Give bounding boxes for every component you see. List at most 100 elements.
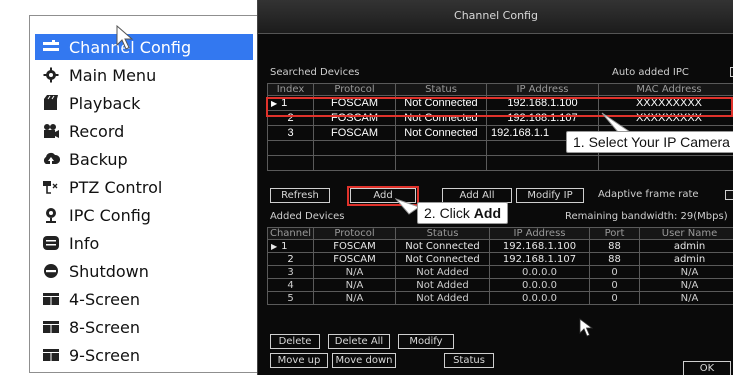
menu-item-label: PTZ Control: [69, 177, 163, 197]
cell-port: 88: [589, 239, 640, 253]
menu-item-4-screen[interactable]: 4-Screen: [42, 286, 252, 312]
column-header: Protocol: [313, 227, 396, 240]
cell-status: Not Connected: [395, 110, 487, 126]
cell-status: Not Added: [395, 278, 490, 292]
cell-user: admin: [639, 252, 733, 266]
table-row[interactable]: 5 N/A Not Added 0.0.0.0 0 N/A: [267, 291, 733, 305]
cell-protocol: FOSCAM: [313, 125, 396, 141]
cell-protocol: N/A: [313, 278, 396, 292]
status-button[interactable]: Status: [444, 353, 494, 368]
cell-port: 0: [589, 265, 640, 279]
modify-button[interactable]: Modify: [398, 334, 454, 349]
callout-step-2: 2. Click Add: [417, 202, 509, 224]
cell-protocol: FOSCAM: [313, 110, 396, 126]
channel-config-icon: [42, 39, 60, 55]
menu-item-label: 4-Screen: [69, 289, 140, 309]
ok-button[interactable]: OK: [683, 361, 731, 375]
table-row[interactable]: 2 FOSCAM Not Connected 192.168.1.107 88 …: [267, 252, 733, 266]
menu-item-label: Record: [69, 121, 125, 141]
cell-ip: 0.0.0.0: [489, 278, 590, 292]
cell-ip: 0.0.0.0: [489, 291, 590, 305]
column-header: Index: [267, 83, 314, 96]
menu-item-ptz-control[interactable]: PTZ Control: [42, 174, 252, 200]
callout-step-1: 1. Select Your IP Camera: [566, 131, 733, 153]
cell-ip: 192.168.1.100: [486, 95, 599, 111]
move-down-button[interactable]: Move down: [332, 353, 396, 368]
playback-icon: [42, 95, 60, 111]
cell-channel: 2: [267, 252, 314, 266]
column-header: Port: [589, 227, 640, 240]
menu-item-backup[interactable]: Backup: [42, 146, 252, 172]
cell-status: Not Connected: [395, 239, 490, 253]
screen-layout-icon: [42, 319, 60, 335]
column-header: IP Address: [486, 83, 599, 96]
cell-index: ▶ 1: [267, 95, 314, 111]
modify-ip-button[interactable]: Modify IP: [516, 188, 584, 203]
menu-item-label: Playback: [69, 93, 141, 113]
cell-protocol: N/A: [313, 265, 396, 279]
info-icon: [42, 235, 60, 251]
menu-item-label: Info: [69, 233, 100, 253]
cell-user: N/A: [639, 291, 733, 305]
table-row[interactable]: 3 N/A Not Added 0.0.0.0 0 N/A: [267, 265, 733, 279]
cell-port: 0: [589, 278, 640, 292]
cell-port: 0: [589, 291, 640, 305]
menu-item-info[interactable]: Info: [42, 230, 252, 256]
cell-status: Not Connected: [395, 125, 487, 141]
cell-channel: 4: [267, 278, 314, 292]
menu-item-label: Backup: [69, 149, 128, 169]
record-icon: [42, 123, 60, 139]
menu-item-9-screen[interactable]: 9-Screen: [42, 342, 252, 368]
menu-item-channel-config[interactable]: Channel Config: [35, 34, 253, 60]
menu-item-record[interactable]: Record: [42, 118, 252, 144]
add-all-button[interactable]: Add All: [442, 188, 512, 203]
screen-layout-icon: [42, 291, 60, 307]
menu-item-playback[interactable]: Playback: [42, 90, 252, 116]
column-header: MAC Address: [598, 83, 733, 96]
cell-ip: 192.168.1.107: [486, 110, 599, 126]
menu-item-label: Main Menu: [69, 65, 157, 85]
table-row[interactable]: ▶ 1 FOSCAM Not Connected 192.168.1.100 88…: [267, 239, 733, 253]
refresh-button[interactable]: Refresh: [270, 188, 330, 203]
table-header-row: Channel Protocol Status IP Address Port …: [267, 227, 733, 240]
screen-layout-icon: [42, 347, 60, 363]
power-icon: [42, 263, 60, 279]
cell-port: 88: [589, 252, 640, 266]
adaptive-frame-rate-label: Adaptive frame rate: [598, 189, 699, 200]
context-menu: Channel Config Main Menu Playback Record…: [29, 15, 257, 373]
menu-item-8-screen[interactable]: 8-Screen: [42, 314, 252, 340]
move-up-button[interactable]: Move up: [270, 353, 328, 368]
adaptive-frame-rate-checkbox[interactable]: [725, 190, 733, 200]
cell-channel: 5: [267, 291, 314, 305]
cell-channel: ▶ 1: [267, 239, 314, 253]
searched-devices-label: Searched Devices: [270, 67, 360, 78]
delete-button[interactable]: Delete: [270, 334, 320, 349]
cell-status: Not Connected: [395, 252, 490, 266]
menu-item-label: 9-Screen: [69, 345, 140, 365]
cell-user: admin: [639, 239, 733, 253]
ipc-icon: [42, 207, 60, 223]
cell-protocol: FOSCAM: [313, 239, 396, 253]
ptz-icon: [42, 179, 60, 195]
menu-item-label: Shutdown: [69, 261, 149, 281]
cell-ip: 0.0.0.0: [489, 265, 590, 279]
table-row[interactable]: 4 N/A Not Added 0.0.0.0 0 N/A: [267, 278, 733, 292]
dialog-title: Channel Config: [258, 0, 733, 34]
menu-item-shutdown[interactable]: Shutdown: [42, 258, 252, 284]
table-row[interactable]: ▶ 1 FOSCAM Not Connected 192.168.1.100 XX…: [267, 95, 733, 111]
menu-item-label: IPC Config: [69, 205, 151, 225]
cell-user: N/A: [639, 265, 733, 279]
mouse-cursor-icon: [116, 25, 134, 50]
delete-all-button[interactable]: Delete All: [328, 334, 390, 349]
cell-status: Not Added: [395, 291, 490, 305]
selected-row-icon: ▶: [271, 99, 278, 108]
cell-protocol: FOSCAM: [313, 95, 396, 111]
menu-item-ipc-config[interactable]: IPC Config: [42, 202, 252, 228]
cell-status: Not Added: [395, 265, 490, 279]
table-row[interactable]: 2 FOSCAM Not Connected 192.168.1.107 XXX…: [267, 110, 733, 126]
menu-item-main-menu[interactable]: Main Menu: [42, 62, 252, 88]
cell-protocol: N/A: [313, 291, 396, 305]
column-header: IP Address: [489, 227, 590, 240]
column-header: User Name: [639, 227, 733, 240]
cell-ip: 192.168.1.107: [489, 252, 590, 266]
